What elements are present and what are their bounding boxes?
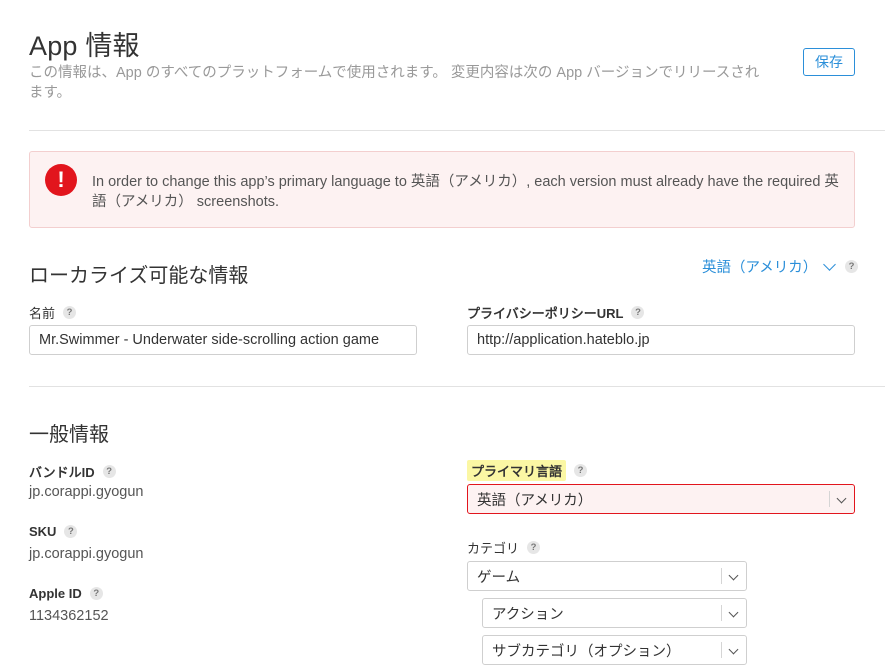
select-divider <box>721 605 722 621</box>
bundle-id-label-row: バンドルID ? <box>29 462 116 481</box>
error-message: In order to change this app’s primary la… <box>92 174 839 210</box>
subcategory-1-value: アクション <box>492 606 564 623</box>
apple-id-label-row: Apple ID ? <box>29 586 103 601</box>
subcategory-2-value: サブカテゴリ（オプション） <box>492 643 681 660</box>
select-divider <box>721 568 722 584</box>
privacy-url-input[interactable]: http://application.hateblo.jp <box>467 325 855 355</box>
divider <box>29 130 885 131</box>
name-input[interactable]: Mr.Swimmer - Underwater side-scrolling a… <box>29 325 417 355</box>
help-icon[interactable]: ? <box>89 587 103 600</box>
help-icon[interactable]: ? <box>63 306 77 319</box>
select-divider <box>721 642 722 658</box>
apple-id-label: Apple ID <box>29 586 82 601</box>
chevron-down-icon <box>728 570 739 581</box>
help-icon[interactable]: ? <box>574 464 588 477</box>
language-selector[interactable]: 英語（アメリカ） <box>702 256 837 277</box>
sku-label-row: SKU ? <box>29 524 78 539</box>
save-button[interactable]: 保存 <box>803 48 855 76</box>
category-value: ゲーム <box>477 569 521 586</box>
category-select[interactable]: ゲーム <box>467 561 747 591</box>
divider <box>29 386 885 387</box>
select-divider <box>829 491 830 507</box>
subcategory-2-select[interactable]: サブカテゴリ（オプション） <box>482 635 747 665</box>
name-label-row: 名前 ? <box>29 303 77 322</box>
privacy-label-row: プライバシーポリシーURL ? <box>467 303 645 322</box>
chevron-down-icon <box>728 644 739 655</box>
apple-id-value: 1134362152 <box>29 608 109 624</box>
chevron-down-icon <box>836 493 847 504</box>
help-icon[interactable]: ? <box>102 465 116 478</box>
help-icon[interactable]: ? <box>631 306 645 319</box>
page-title: App 情報 <box>29 31 140 61</box>
primary-language-label-row: プライマリ言語 ? <box>467 460 588 481</box>
primary-language-label: プライマリ言語 <box>467 460 567 481</box>
general-section-title: 一般情報 <box>29 424 109 446</box>
primary-language-select[interactable]: 英語（アメリカ） <box>467 484 855 514</box>
sku-label: SKU <box>29 524 57 539</box>
privacy-url-label: プライバシーポリシーURL <box>467 306 624 321</box>
language-selector-label: 英語（アメリカ） <box>702 260 818 276</box>
category-label: カテゴリ <box>467 541 520 556</box>
sku-value: jp.corappi.gyogun <box>29 546 144 562</box>
error-icon: ! <box>45 164 77 196</box>
bundle-id-label: バンドルID <box>29 465 95 480</box>
category-label-row: カテゴリ ? <box>467 538 541 557</box>
localizable-section-title: ローカライズ可能な情報 <box>29 265 249 287</box>
page-description: この情報は、App のすべてのプラットフォームで使用されます。 変更内容は次の … <box>29 65 760 101</box>
chevron-down-icon <box>823 258 837 271</box>
help-icon[interactable]: ? <box>64 525 78 538</box>
bundle-id-value: jp.corappi.gyogun <box>29 484 144 500</box>
name-label: 名前 <box>29 306 56 321</box>
help-icon[interactable]: ? <box>845 260 858 273</box>
primary-language-value: 英語（アメリカ） <box>477 492 593 509</box>
subcategory-1-select[interactable]: アクション <box>482 598 747 628</box>
chevron-down-icon <box>728 607 739 618</box>
help-icon[interactable]: ? <box>527 541 541 554</box>
